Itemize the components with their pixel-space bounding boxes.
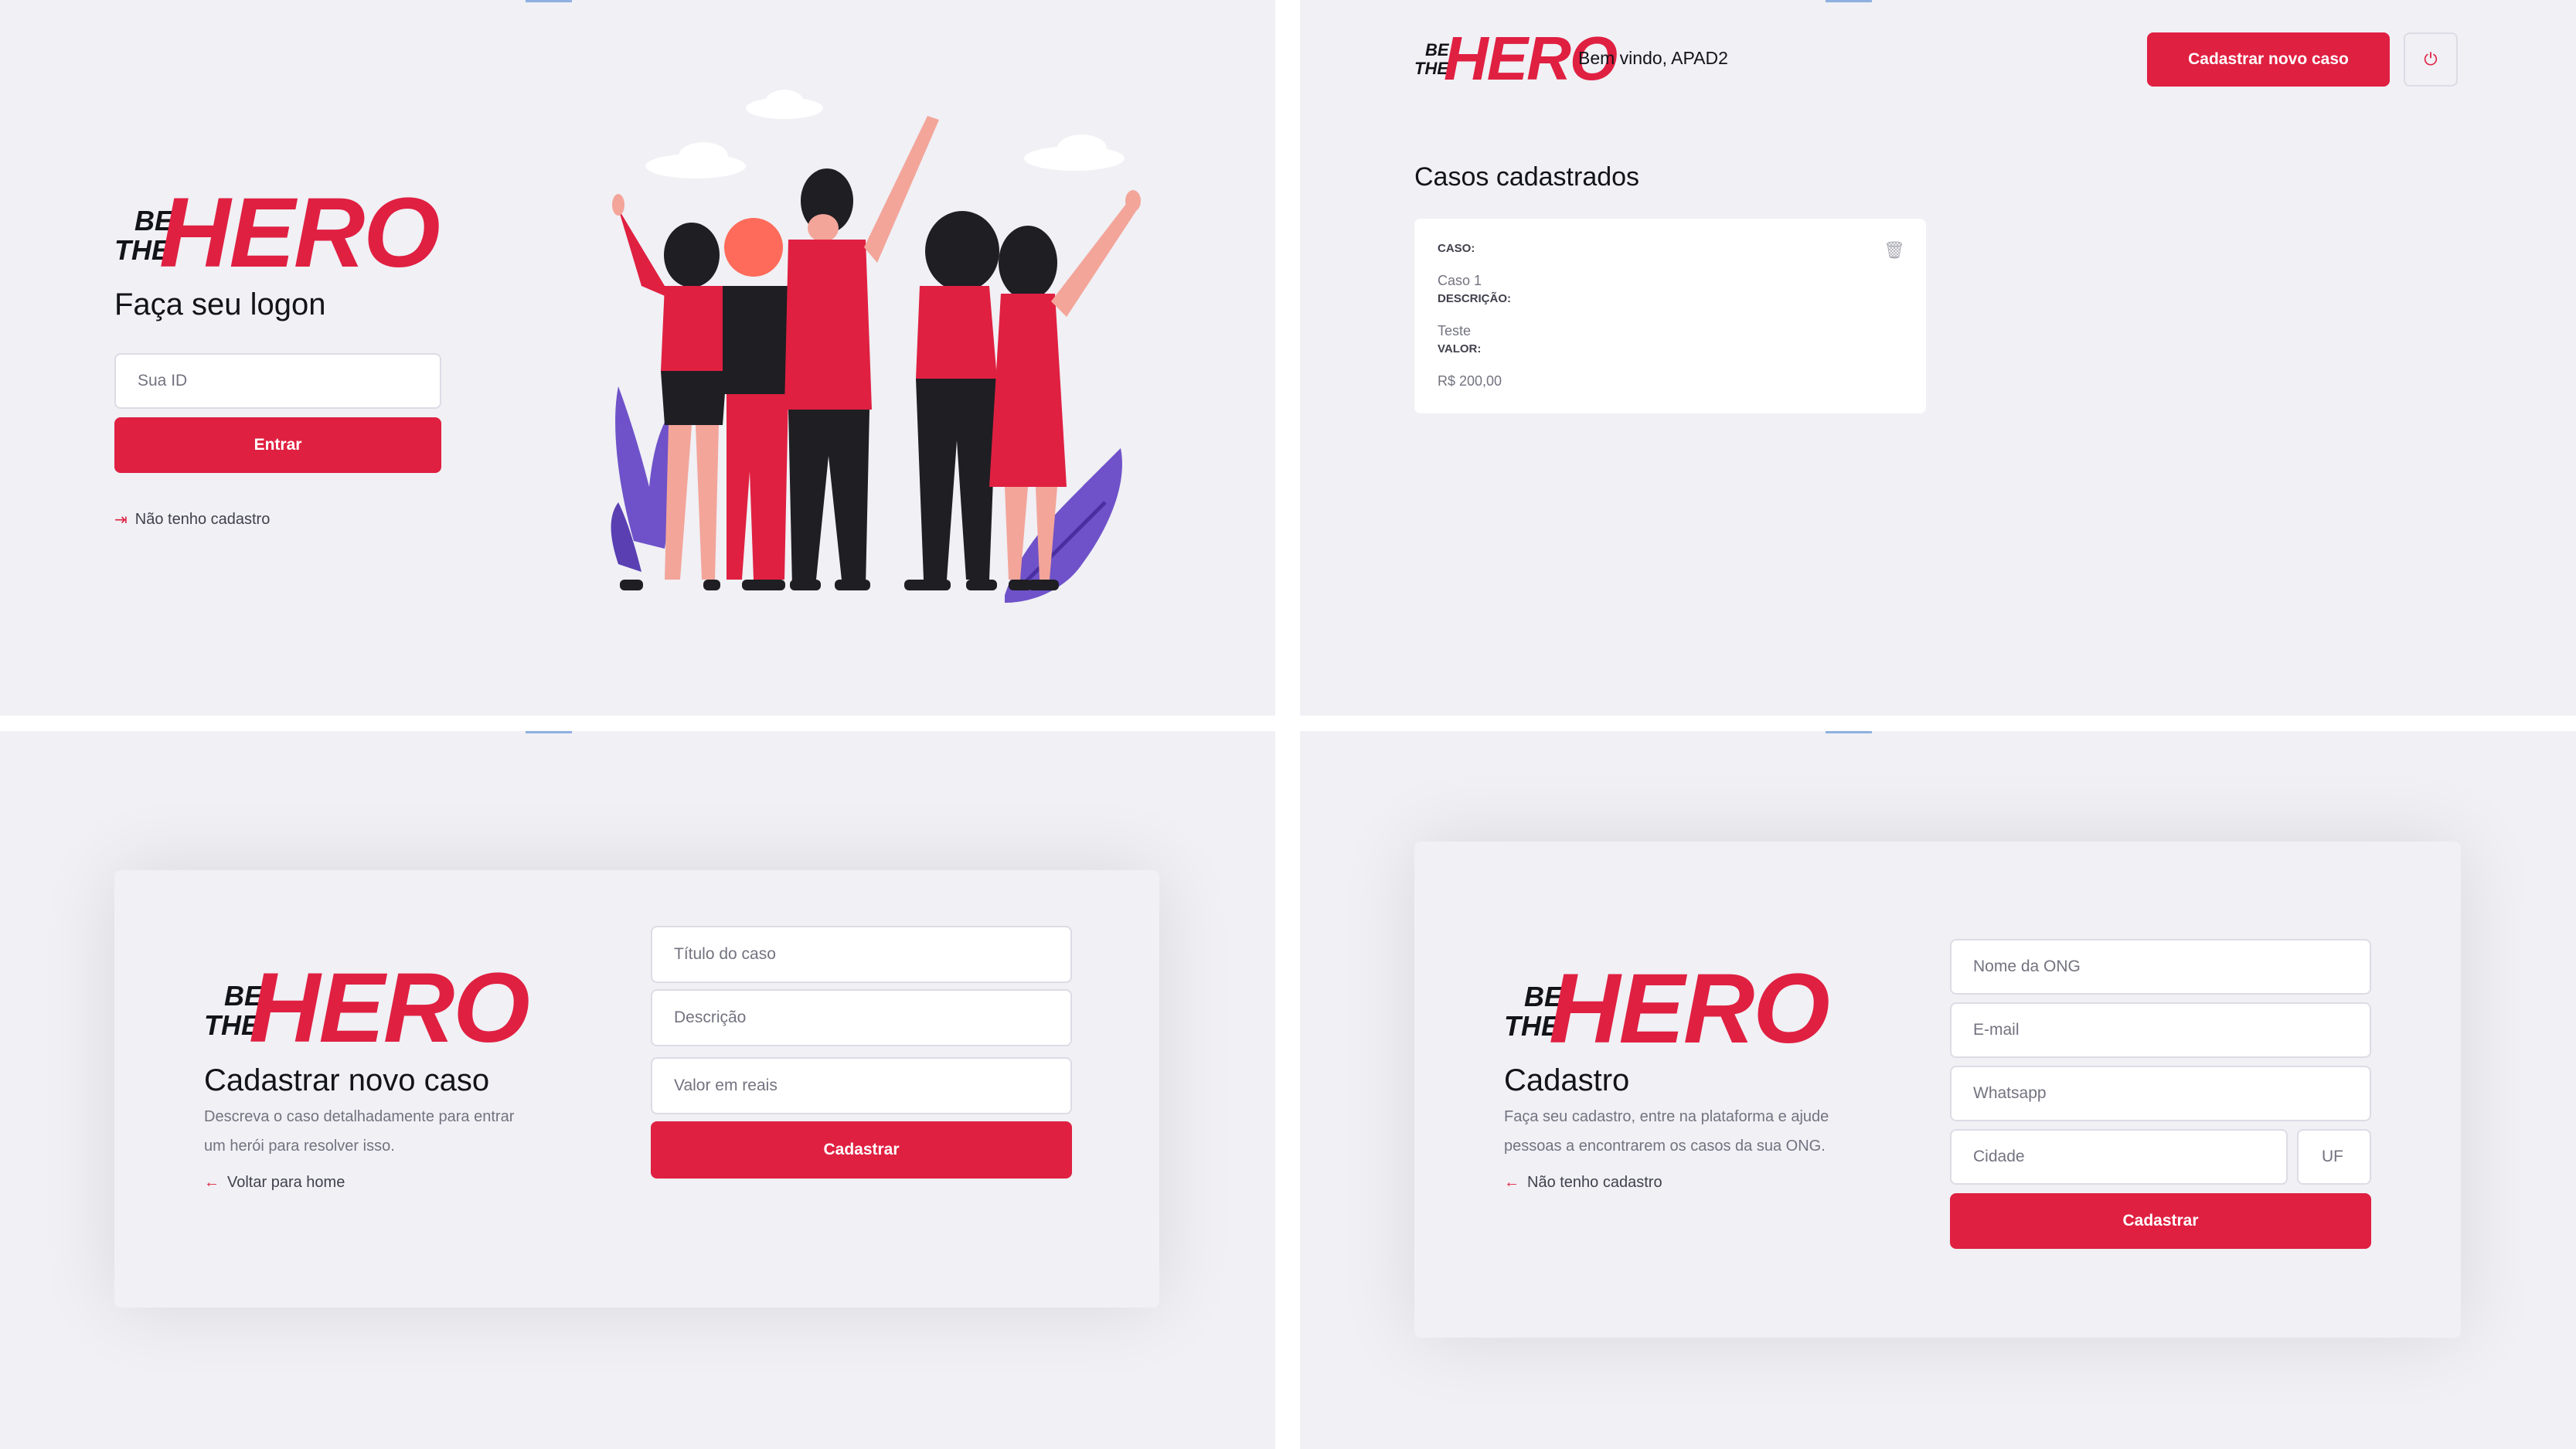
logout-button[interactable]: ⏻ (2404, 32, 2458, 87)
back-home-label: Voltar para home (227, 1174, 345, 1191)
top-marker (1826, 731, 1872, 733)
top-marker (526, 731, 572, 733)
logo-hero: HERO (1549, 954, 1830, 1064)
new-incident-screen: BE THE HERO Cadastrar novo caso Descreva… (0, 731, 1275, 1449)
description-label: DESCRIÇÃO: (1438, 292, 1512, 305)
profile-screen: BE THE HERO Bem vindo, APAD2 Cadastrar n… (1300, 0, 2576, 716)
case-value-input[interactable]: Valor em reais (651, 1057, 1072, 1114)
description-line-1: Faça seu cadastro, entre na plataforma e… (1504, 1108, 1829, 1125)
email-placeholder: E-mail (1973, 1021, 2020, 1039)
register-title: Cadastro (1504, 1063, 1630, 1097)
top-marker (526, 0, 572, 2)
new-case-button[interactable]: Cadastrar novo caso (2147, 32, 2390, 87)
logon-title: Faça seu logon (114, 287, 326, 321)
logo-hero: HERO (159, 178, 441, 288)
description-line-2: pessoas a encontrarem os casos da sua ON… (1504, 1138, 1826, 1155)
register-link-label: Não tenho cadastro (134, 511, 271, 528)
register-link[interactable]: ⇥ Não tenho cadastro (114, 510, 270, 529)
case-title-placeholder: Título do caso (674, 945, 776, 963)
case-value-placeholder: Valor em reais (674, 1077, 778, 1094)
be-the-hero-logo: BE THE HERO (1414, 28, 1618, 91)
case-description-placeholder: Descrição (674, 1009, 747, 1026)
description-value: Teste (1438, 323, 1472, 338)
case-card: CASO: Caso 1 DESCRIÇÃO: Teste VALOR: R$ … (1414, 219, 1926, 413)
power-icon: ⏻ (2424, 49, 2438, 69)
whatsapp-placeholder: Whatsapp (1973, 1084, 2047, 1102)
register-card: BE THE HERO Cadastro Faça seu cadastro, … (1414, 842, 2461, 1338)
cloud-icon (645, 90, 1125, 179)
case-value: Caso 1 (1438, 273, 1482, 288)
description-line-1: Descreva o caso detalhadamente para entr… (204, 1108, 515, 1125)
login-button[interactable]: Entrar (114, 417, 441, 473)
back-home-link[interactable]: ← Voltar para home (204, 1174, 345, 1192)
new-incident-title: Cadastrar novo caso (204, 1063, 490, 1097)
top-marker (1826, 0, 1872, 2)
case-label: CASO: (1438, 242, 1475, 255)
ong-name-input[interactable]: Nome da ONG (1950, 939, 2371, 995)
delete-case-button[interactable]: 🗑 (1884, 239, 1905, 262)
city-placeholder: Cidade (1973, 1148, 2025, 1165)
ong-id-placeholder: Sua ID (138, 372, 188, 389)
ong-name-placeholder: Nome da ONG (1973, 957, 2081, 975)
be-the-hero-logo: BE THE HERO (114, 184, 441, 284)
be-the-hero-logo: BE THE HERO (204, 959, 530, 1060)
submit-case-button[interactable]: Cadastrar (651, 1121, 1072, 1179)
submit-register-button[interactable]: Cadastrar (1950, 1193, 2371, 1249)
trash-icon: 🗑 (1884, 240, 1905, 260)
log-in-icon: ⇥ (114, 512, 128, 529)
back-link[interactable]: ← Não tenho cadastro (1504, 1174, 1662, 1192)
whatsapp-input[interactable]: Whatsapp (1950, 1066, 2371, 1121)
value-label: VALOR: (1438, 342, 1482, 355)
case-title-input[interactable]: Título do caso (651, 926, 1072, 983)
email-input[interactable]: E-mail (1950, 1002, 2371, 1058)
ong-id-input[interactable]: Sua ID (114, 353, 441, 409)
value-value: R$ 200,00 (1438, 373, 1502, 389)
arrow-left-icon: ← (204, 1174, 219, 1191)
uf-input[interactable]: UF (2297, 1129, 2371, 1185)
description-line-2: um herói para resolver isso. (204, 1138, 395, 1155)
new-incident-description: Descreva o caso detalhadamente para entr… (204, 1102, 590, 1161)
case-description-textarea[interactable]: Descrição (651, 989, 1072, 1046)
city-input[interactable]: Cidade (1950, 1129, 2288, 1185)
cases-section-title: Casos cadastrados (1414, 162, 1640, 192)
logo-hero: HERO (249, 953, 530, 1063)
logon-screen: BE THE HERO Faça seu logon Sua ID Entrar… (0, 0, 1275, 716)
arrow-left-icon: ← (1504, 1174, 1519, 1191)
new-incident-card: BE THE HERO Cadastrar novo caso Descreva… (114, 870, 1159, 1308)
register-description: Faça seu cadastro, entre na plataforma e… (1504, 1102, 1906, 1161)
heroes-group-illustration (611, 90, 1141, 603)
welcome-text: Bem vindo, APAD2 (1578, 48, 1728, 68)
register-screen: BE THE HERO Cadastro Faça seu cadastro, … (1300, 731, 2576, 1449)
uf-placeholder: UF (2322, 1148, 2343, 1165)
be-the-hero-logo: BE THE HERO (1504, 960, 1830, 1060)
back-link-label: Não tenho cadastro (1527, 1174, 1662, 1191)
